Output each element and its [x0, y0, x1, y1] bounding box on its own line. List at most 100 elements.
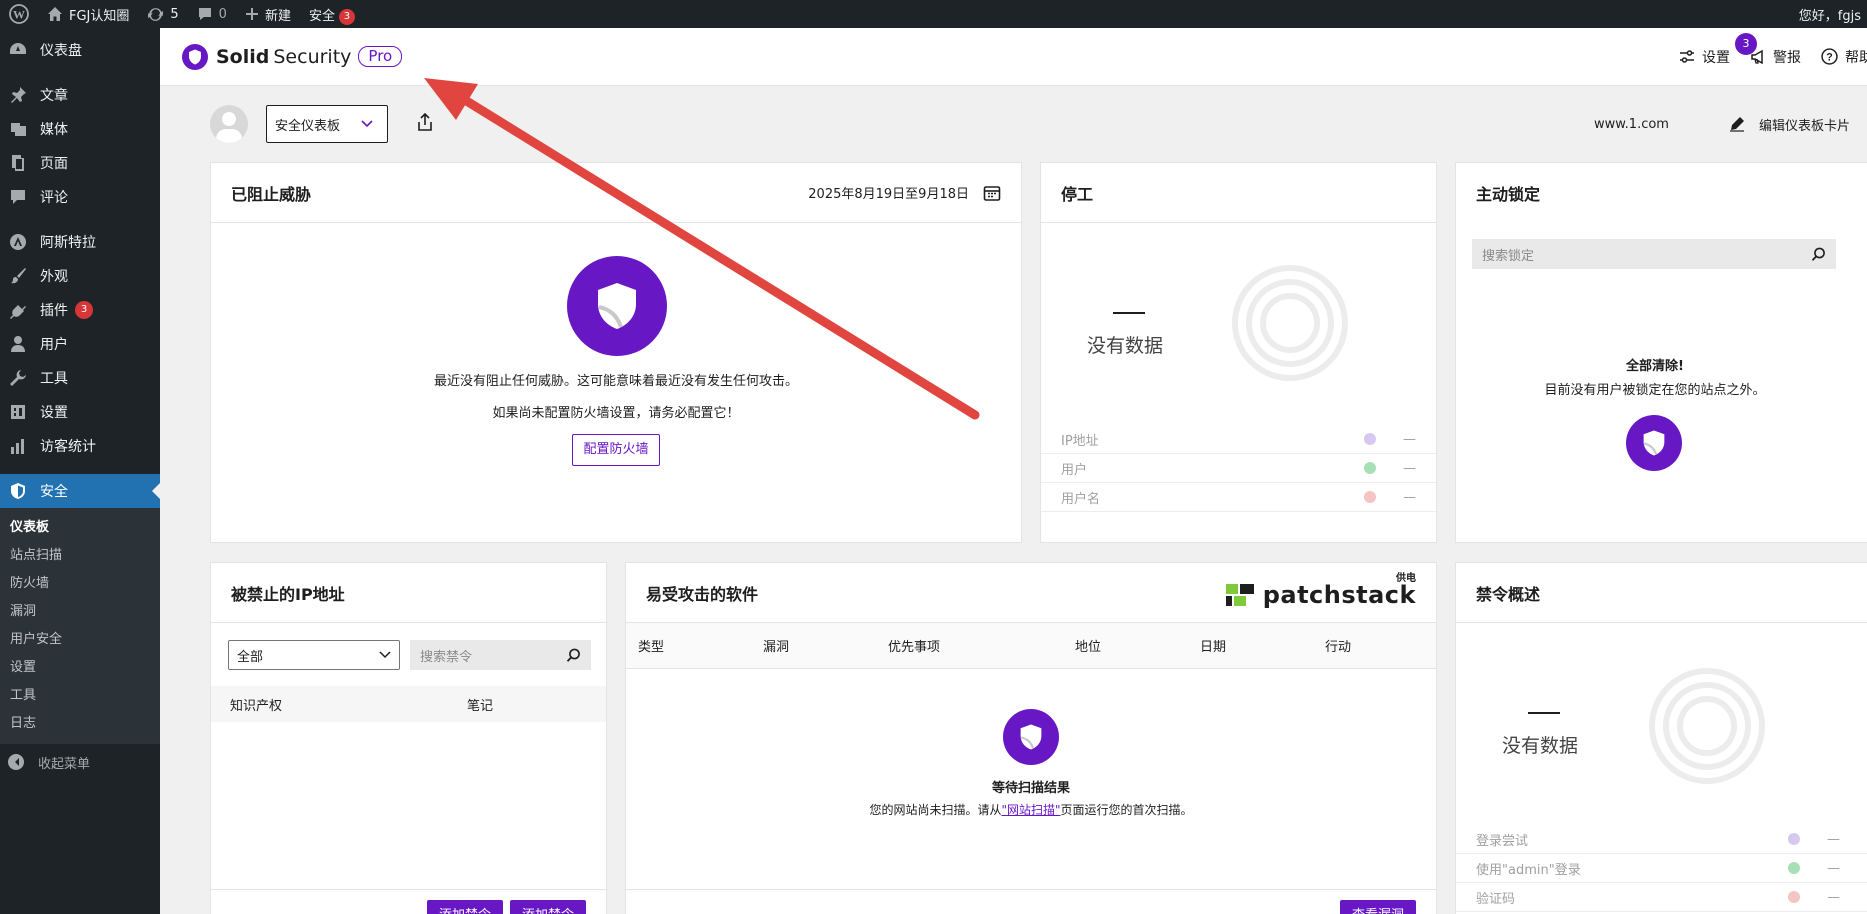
wordpress-logo-icon[interactable]: W: [0, 0, 38, 28]
submenu-tools[interactable]: 工具: [0, 682, 160, 710]
card-title: 被禁止的IP地址: [231, 584, 345, 604]
sidebar-item-dashboard[interactable]: 仪表盘: [0, 33, 160, 67]
share-button[interactable]: [416, 112, 434, 136]
admin-bar-updates[interactable]: 5: [138, 0, 187, 28]
edit-dashboard-cards-button[interactable]: 编辑仪表板卡片: [1729, 115, 1850, 134]
dashboard-select-value: 安全仪表板: [275, 118, 341, 134]
waiting-text-part: 页面运行您的首次扫描。: [1060, 803, 1193, 817]
legend-value: —: [1403, 489, 1416, 505]
header-settings-button[interactable]: 设置 3: [1679, 32, 1757, 67]
view-vulnerabilities-button[interactable]: 查看漏洞: [1340, 900, 1417, 914]
wrench-icon: [8, 368, 28, 388]
header-help-button[interactable]: ? 帮助: [1821, 47, 1867, 67]
sidebar-item-comments[interactable]: 评论: [0, 180, 160, 214]
legend-dot: [1788, 862, 1800, 874]
ban-filter-select[interactable]: 全部: [228, 640, 400, 670]
sidebar-item-media[interactable]: 媒体: [0, 112, 160, 146]
admin-bar-security[interactable]: 安全 3: [300, 0, 364, 28]
legend-row: 用户 —: [1041, 454, 1436, 483]
solid-security-logo[interactable]: Solid Security Pro: [182, 43, 403, 70]
submenu-dashboard[interactable]: 仪表板: [0, 514, 160, 542]
header-settings-label: 设置: [1702, 49, 1730, 66]
header-alerts-button[interactable]: 警报: [1750, 47, 1801, 67]
sidebar-item-stats[interactable]: 访客统计: [0, 429, 160, 463]
card-header: 已阻止威胁 2025年8月19日至9月18日: [211, 163, 1021, 223]
admin-bar-site[interactable]: FGJ认知圈: [38, 0, 138, 28]
sidebar-item-plugins[interactable]: 插件 3: [0, 293, 160, 327]
legend-value: —: [1827, 831, 1840, 847]
legend-value: —: [1403, 431, 1416, 447]
legend-row: 验证码 —: [1456, 883, 1867, 912]
pin-icon: [8, 85, 28, 105]
legend-label: 用户名: [1061, 491, 1101, 507]
submenu-site-scan[interactable]: 站点扫描: [0, 542, 160, 570]
no-data-dash: [1113, 312, 1145, 314]
bans-legend: 登录尝试 — 使用"admin"登录 — 验证码 —: [1456, 825, 1867, 912]
powered-by-label: 供电: [1396, 572, 1416, 584]
sidebar-item-tools[interactable]: 工具: [0, 361, 160, 395]
lockouts-search-input[interactable]: 搜索锁定: [1472, 239, 1836, 269]
sidebar-item-label: 设置: [40, 405, 68, 421]
submenu-firewall[interactable]: 防火墙: [0, 570, 160, 598]
filter-value: 全部: [237, 649, 264, 665]
legend-label: 使用"admin"登录: [1476, 862, 1581, 878]
submenu-logs[interactable]: 日志: [0, 710, 160, 738]
waiting-scan-text: 您的网站尚未扫描。请从"网站扫描"页面运行您的首次扫描。: [626, 801, 1436, 818]
sidebar-item-security[interactable]: 安全: [0, 474, 160, 508]
configure-firewall-button[interactable]: 配置防火墙: [572, 434, 660, 466]
logo-solid-text: Solid: [216, 45, 270, 68]
admin-bar-new[interactable]: 新建: [236, 0, 300, 28]
shield-small-icon: [1626, 415, 1682, 471]
legend-row: IP地址 —: [1041, 425, 1436, 454]
search-icon: [566, 648, 580, 662]
legend-value: —: [1403, 460, 1416, 476]
sidebar-item-posts[interactable]: 文章: [0, 78, 160, 112]
security-submenu: 仪表板 站点扫描 防火墙 漏洞 用户安全 设置 工具 日志: [0, 508, 160, 744]
sidebar-item-settings[interactable]: 设置: [0, 395, 160, 429]
shield-icon: [8, 481, 28, 501]
sidebar-item-astra[interactable]: 阿斯特拉: [0, 225, 160, 259]
sidebar-item-users[interactable]: 用户: [0, 327, 160, 361]
dashboard-select[interactable]: 安全仪表板: [266, 105, 388, 143]
chevron-down-icon: [379, 651, 391, 659]
downtime-legend: IP地址 — 用户 — 用户名 —: [1041, 425, 1436, 512]
avatar[interactable]: [210, 105, 248, 143]
submenu-user-security[interactable]: 用户安全: [0, 626, 160, 654]
dashboard-icon: [8, 40, 28, 60]
column-header: 类型: [638, 640, 665, 655]
sidebar-item-appearance[interactable]: 外观: [0, 259, 160, 293]
search-placeholder: 搜索锁定: [1482, 248, 1535, 264]
header-alerts-label: 警报: [1773, 49, 1801, 66]
collapse-menu-button[interactable]: 收起菜单: [0, 744, 160, 780]
admin-bar-greeting[interactable]: 您好，fgjs: [1790, 0, 1867, 28]
card-title: 禁令概述: [1476, 584, 1541, 604]
refresh-icon: [148, 7, 164, 21]
search-icon: [1811, 247, 1825, 261]
card-header: 禁令概述: [1456, 563, 1867, 623]
no-data-text: 没有数据: [1087, 335, 1164, 357]
date-range-picker[interactable]: 2025年8月19日至9月18日: [808, 183, 1001, 202]
sidebar-item-label: 媒体: [40, 122, 68, 138]
downtime-card: 停工 没有数据 IP地址 — 用户 — 用户名 —: [1040, 162, 1437, 543]
plus-icon: [245, 8, 258, 20]
site-scan-link[interactable]: "网站扫描": [1001, 803, 1060, 817]
sidebar-item-label: 工具: [40, 371, 68, 387]
shield-illustration-icon: [567, 256, 667, 356]
add-ban-button-1[interactable]: 添加禁令: [427, 900, 504, 914]
admin-bar-comments[interactable]: 0: [188, 0, 236, 28]
vulnerabilities-table-header: 类型 漏洞 优先事项 地位 日期 行动: [626, 623, 1436, 669]
submenu-vulnerabilities[interactable]: 漏洞: [0, 598, 160, 626]
sidebar-item-pages[interactable]: 页面: [0, 146, 160, 180]
submenu-settings[interactable]: 设置: [0, 654, 160, 682]
admin-sidebar: 仪表盘 文章 媒体 页面 评论 阿斯特拉 外观 插件 3 用户 工具 设置 访客…: [0, 28, 160, 914]
lockouts-clear-text: 目前没有用户被锁定在您的站点之外。: [1544, 383, 1766, 398]
bans-search-input[interactable]: 搜索禁令: [410, 640, 591, 670]
user-icon: [8, 334, 28, 354]
card-title: 停工: [1061, 184, 1094, 204]
column-header: 知识产权: [230, 698, 283, 714]
add-ban-button-2[interactable]: 添加禁令: [510, 900, 587, 914]
card-footer-divider: [626, 889, 1436, 890]
sidebar-item-label: 用户: [40, 337, 68, 353]
chevron-down-icon: [361, 120, 373, 128]
empty-donut-chart: [1232, 265, 1348, 381]
